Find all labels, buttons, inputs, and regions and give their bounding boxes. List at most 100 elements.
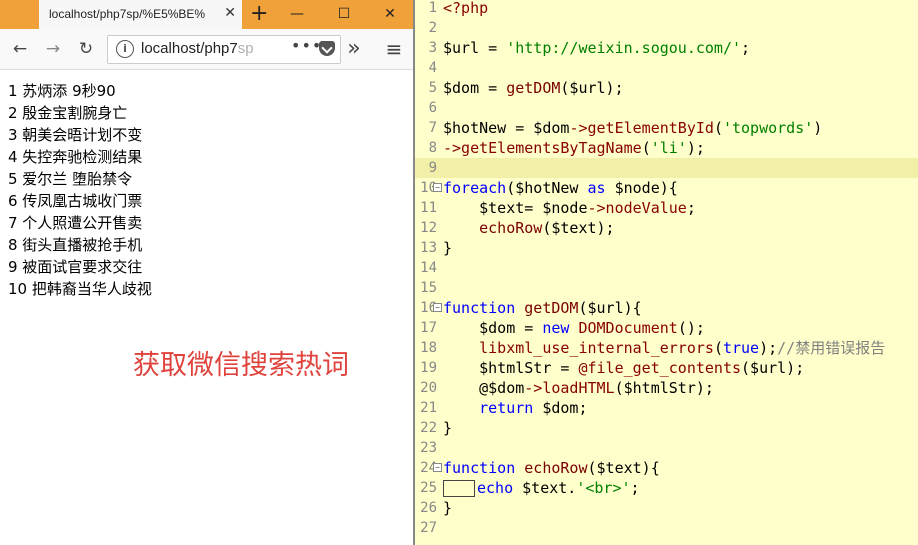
code-line[interactable]: 19 $htmlStr = @file_get_contents($url); [415,358,918,378]
code-line[interactable]: 20 @$dom->loadHTML($htmlStr); [415,378,918,398]
code-text: function echoRow($text){ [443,459,660,477]
url-rest: sp [237,40,254,57]
code-line[interactable]: 27 [415,518,918,538]
code-text: ->getElementsByTagName('li'); [443,139,705,157]
forward-icon[interactable]: → [41,37,65,61]
line-number: 6 [428,100,437,116]
line-number: 13 [420,240,437,256]
line-number: 18 [420,340,437,356]
code-line[interactable]: 10− foreach($hotNew as $node){ [415,178,918,198]
line-number: 22 [420,420,437,436]
code-line[interactable]: 6 [415,98,918,118]
line-number: 23 [420,440,437,456]
code-text: libxml_use_internal_errors(true);//禁用错误报… [479,339,886,357]
url-bar[interactable]: i localhost/php7sp ••• [107,35,341,64]
line-number: 7 [428,120,437,136]
line-number: 21 [420,400,437,416]
fold-toggle-icon[interactable]: − [433,463,442,472]
window-close-icon[interactable]: ✕ [367,0,413,29]
tab-close-icon[interactable]: ✕ [224,5,236,21]
code-text: $dom = new DOMDocument(); [443,319,705,337]
result-item: 7 个人照遭公开售卖 [8,214,143,232]
url-host: localhost/php7 [141,40,238,57]
line-number: 9 [428,160,437,176]
code-line[interactable]: 25 echo $text.'<br>'; [415,478,918,498]
code-text: echo $text.'<br>'; [443,478,640,498]
new-tab-icon[interactable]: + [250,2,268,26]
code-text: $url = 'http://weixin.sogou.com/'; [443,39,751,57]
code-text: } [443,419,453,437]
result-item: 10 把韩裔当华人歧视 [8,280,152,298]
navigation-bar: ← → ↻ i localhost/php7sp ••• » ≡ [0,29,413,70]
code-line[interactable]: 13} [415,238,918,258]
code-text: $text= $node->nodeValue; [443,199,696,217]
code-line[interactable]: 12 echoRow($text); [415,218,918,238]
overflow-icon[interactable]: » [342,37,366,61]
result-item: 5 爱尔兰 堕胎禁令 [8,170,133,188]
line-number: 25 [420,480,437,496]
site-info-icon[interactable]: i [116,40,134,58]
page-actions-icon[interactable]: ••• [291,36,322,55]
pocket-icon[interactable] [319,41,335,56]
maximize-icon[interactable]: ☐ [321,0,367,29]
browser-window: localhost/php7sp/%E5%BE% ✕ + — ☐ ✕ ← → ↻… [0,0,413,545]
minimize-icon[interactable]: — [274,0,320,29]
code-line[interactable]: 18 libxml_use_internal_errors(true);//禁用… [415,338,918,358]
line-number: 20 [420,380,437,396]
code-text: @$dom->loadHTML($htmlStr); [443,379,714,397]
code-text: $hotNew = $dom->getElementById('topwords… [443,119,823,137]
result-item: 1 苏炳添 9秒90 [8,82,116,100]
fold-toggle-icon[interactable]: − [433,183,442,192]
result-item: 8 街头直播被抢手机 [8,236,143,254]
code-line[interactable]: 14 [415,258,918,278]
results-list: 1 苏炳添 9秒90 2 殷金宝割腕身亡 3 朝美会晤计划不变 4 失控奔驰检测结果 5… [8,80,152,300]
url-text[interactable]: localhost/php7sp [141,40,254,57]
line-number: 3 [428,40,437,56]
code-line[interactable]: 17 $dom = new DOMDocument(); [415,318,918,338]
code-line[interactable]: 26} [415,498,918,518]
line-number: 2 [428,20,437,36]
line-number: 17 [420,320,437,336]
result-item: 3 朝美会晤计划不变 [8,126,143,144]
reload-icon[interactable]: ↻ [74,37,98,61]
line-number: 5 [428,80,437,96]
code-line[interactable]: 11 $text= $node->nodeValue; [415,198,918,218]
browser-tab[interactable]: localhost/php7sp/%E5%BE% ✕ [39,0,242,29]
code-text: function getDOM($url){ [443,299,642,317]
code-line[interactable]: 3 $url = 'http://weixin.sogou.com/'; [415,38,918,58]
code-line[interactable]: 7 $hotNew = $dom->getElementById('topword… [415,118,918,138]
line-number: 8 [428,140,437,156]
code-text: echoRow($text); [479,219,615,237]
code-text: $htmlStr = @file_get_contents($url); [443,359,805,377]
code-line[interactable]: 16− function getDOM($url){ [415,298,918,318]
code-line[interactable]: 24− function echoRow($text){ [415,458,918,478]
line-number: 27 [420,520,437,536]
code-editor[interactable]: 1 <?php 2 3 $url = 'http://weixin.sogou.com/… [413,0,918,545]
result-item: 9 被面试官要求交往 [8,258,143,276]
result-item: 6 传凤凰古城收门票 [8,192,143,210]
back-icon[interactable]: ← [8,37,32,61]
line-number: 1 [428,0,437,16]
fold-toggle-icon[interactable]: − [433,303,442,312]
code-text: return $dom; [479,399,588,417]
line-number: 15 [420,280,437,296]
code-line[interactable]: 22} [415,418,918,438]
result-item: 2 殷金宝割腕身亡 [8,104,128,122]
code-line[interactable]: 4 [415,58,918,78]
line-number: 14 [420,260,437,276]
code-text: } [443,239,453,257]
result-item: 4 失控奔驰检测结果 [8,148,143,166]
code-line[interactable]: 15 [415,278,918,298]
code-line[interactable]: 2 [415,18,918,38]
code-line[interactable]: 23 [415,438,918,458]
tab-bar: localhost/php7sp/%E5%BE% ✕ + — ☐ ✕ [0,0,413,29]
code-text: foreach($hotNew as $node){ [443,179,678,197]
menu-icon[interactable]: ≡ [382,37,406,61]
code-line[interactable]: 8 ->getElementsByTagName('li'); [415,138,918,158]
code-text: <?php [443,0,489,17]
code-line[interactable]: 1 <?php [415,0,918,18]
code-line[interactable]: 9 [415,158,918,178]
code-line[interactable]: 5 $dom = getDOM($url); [415,78,918,98]
code-line[interactable]: 21 return $dom; [415,398,918,418]
line-number: 4 [428,60,437,76]
